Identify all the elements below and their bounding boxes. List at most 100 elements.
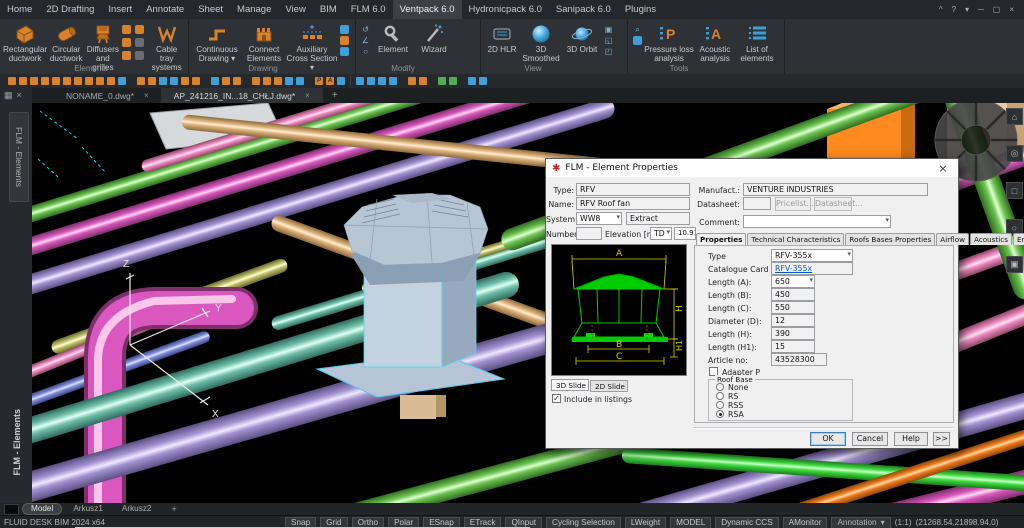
mini-tool-icon[interactable]	[285, 77, 293, 85]
mini-tool-icon[interactable]	[479, 77, 487, 85]
comment-combo[interactable]: ▾	[743, 215, 891, 228]
mini-tool-icon[interactable]	[296, 77, 304, 85]
elevation-field[interactable]: 10.917	[674, 227, 696, 240]
new-tab-icon[interactable]: +	[323, 88, 347, 103]
expand-button[interactable]: >>	[933, 432, 950, 446]
mini-tool-icon[interactable]	[181, 77, 189, 85]
toggle-model[interactable]: MODEL	[670, 517, 711, 528]
pricelist-button[interactable]: Pricelist...	[775, 197, 811, 211]
window-control-icon[interactable]: ─	[978, 5, 984, 14]
menu-item-ventpack-6-0[interactable]: Ventpack 6.0	[393, 0, 462, 19]
mini-tool-icon[interactable]	[30, 77, 38, 85]
flm-elements-bottom-tab[interactable]: FLM - Elements	[7, 387, 27, 497]
radio-rsa[interactable]	[716, 410, 724, 418]
toggle-lweight[interactable]: LWeight	[625, 517, 666, 528]
viewport-tool-icon[interactable]: ⌂	[1006, 108, 1023, 125]
mini-tool-icon[interactable]	[211, 77, 219, 85]
menu-item-manage[interactable]: Manage	[230, 0, 278, 19]
menu-item-2d-drafting[interactable]: 2D Drafting	[39, 0, 101, 19]
toggle-amonitor[interactable]: AMonitor	[783, 517, 828, 528]
datasheet-field[interactable]	[743, 197, 771, 210]
mini-tool-icon[interactable]	[263, 77, 271, 85]
menu-item-insert[interactable]: Insert	[101, 0, 139, 19]
window-control-icon[interactable]: ▾	[965, 5, 969, 14]
elements-mini-icons[interactable]	[122, 21, 146, 62]
tab-errors[interactable]: Errors	[1013, 233, 1024, 245]
continuous-drawing-button[interactable]: Continuous Drawing ▾	[192, 21, 242, 63]
toggle-dynamic-ccs[interactable]: Dynamic CCS	[715, 517, 778, 528]
tab-technical-characteristics[interactable]: Technical Characteristics	[747, 233, 844, 245]
sheet-grid-icon[interactable]	[4, 504, 19, 515]
window-control-icon[interactable]: ×	[1009, 5, 1014, 14]
flm-elements-tab[interactable]: FLM - Elements	[9, 112, 29, 202]
length-a-combo[interactable]: 650▾	[771, 275, 815, 288]
list-of-elements-button[interactable]: List of elements	[736, 21, 778, 63]
mini-tool-icon[interactable]	[85, 77, 93, 85]
tab-3d-slide[interactable]: 3D Slide	[551, 379, 589, 391]
sheet-tab-model[interactable]: Model	[22, 503, 62, 515]
mini-tool-icon[interactable]	[233, 77, 241, 85]
quick-toolbar[interactable]: PA	[0, 74, 1024, 88]
radio-rss[interactable]	[716, 401, 724, 409]
sheet-tab-arkusz2[interactable]: Arkusz2	[114, 504, 160, 514]
doc-tab-ap-241216[interactable]: AP_241216_IN...18_CHŁJ.dwg* ×	[162, 88, 323, 103]
view-mini-icons[interactable]: ▣◱◰	[604, 21, 613, 56]
mini-tool-icon[interactable]: P	[315, 77, 323, 85]
tab-properties[interactable]: Properties	[696, 233, 746, 245]
tab-acoustics[interactable]: Acoustics	[970, 233, 1012, 245]
mini-tool-icon[interactable]	[63, 77, 71, 85]
mini-tool-icon[interactable]	[159, 77, 167, 85]
include-in-listings-checkbox[interactable]: ✓	[552, 394, 561, 403]
mini-tool-icon[interactable]	[74, 77, 82, 85]
menu-item-sheet[interactable]: Sheet	[191, 0, 230, 19]
wizard-button[interactable]: Wizard	[414, 21, 454, 54]
elevation-mode-combo[interactable]: TD▾	[650, 227, 672, 240]
close-icon[interactable]: ×	[144, 91, 149, 100]
tab-2d-slide[interactable]: 2D Slide	[590, 380, 628, 392]
rectangular-ductwork-button[interactable]: Rectangular ductwork	[3, 21, 47, 63]
tab-airflow[interactable]: Airflow	[936, 233, 969, 245]
window-control-icon[interactable]: ^	[939, 5, 943, 14]
modify-mini-icons[interactable]: ↺∠○	[361, 21, 370, 56]
catalogue-card-link[interactable]: RFV-355x	[775, 264, 812, 273]
radio-rs[interactable]	[716, 392, 724, 400]
help-button[interactable]: Help	[894, 432, 928, 446]
ok-button[interactable]: OK	[810, 432, 846, 446]
menu-item-plugins[interactable]: Plugins	[618, 0, 663, 19]
mini-tool-icon[interactable]	[438, 77, 446, 85]
acoustic-analysis-button[interactable]: A Acoustic analysis	[694, 21, 736, 63]
menu-item-home[interactable]: Home	[0, 0, 39, 19]
mini-tool-icon[interactable]	[137, 77, 145, 85]
name-field[interactable]: RFV Roof fan	[576, 197, 690, 210]
mini-tool-icon[interactable]	[468, 77, 476, 85]
mini-tool-icon[interactable]	[337, 77, 345, 85]
connect-elements-button[interactable]: Connect Elements	[242, 21, 286, 63]
menu-item-annotate[interactable]: Annotate	[139, 0, 191, 19]
mini-tool-icon[interactable]	[222, 77, 230, 85]
3d-smoothed-button[interactable]: 3D Smoothed	[520, 21, 562, 63]
menu-item-hydronicpack-6-0[interactable]: Hydronicpack 6.0	[462, 0, 549, 19]
annotation-dropdown[interactable]: Annotation▾	[831, 517, 890, 528]
close-icon[interactable]: ×	[17, 90, 22, 101]
circular-ductwork-button[interactable]: Circular ductwork	[47, 21, 85, 63]
dialog-titlebar[interactable]: ✱ FLM - Element Properties ×	[546, 159, 958, 177]
menu-item-flm-6-0[interactable]: FLM 6.0	[344, 0, 393, 19]
tools-mini-icons[interactable]: ⌕	[633, 21, 642, 45]
mini-tool-icon[interactable]	[408, 77, 416, 85]
mini-tool-icon[interactable]	[449, 77, 457, 85]
radio-none[interactable]	[716, 383, 724, 391]
mini-tool-icon[interactable]	[148, 77, 156, 85]
mini-tool-icon[interactable]	[19, 77, 27, 85]
type-field[interactable]: RFV	[576, 183, 690, 196]
mini-tool-icon[interactable]	[41, 77, 49, 85]
pressure-loss-button[interactable]: P Pressure loss analysis	[644, 21, 694, 63]
viewport-tool-icon[interactable]: □	[1006, 182, 1023, 199]
tab-roofs-bases-properties[interactable]: Roofs Bases Properties	[845, 233, 935, 245]
add-sheet-icon[interactable]: +	[162, 504, 185, 514]
mini-tool-icon[interactable]	[52, 77, 60, 85]
viewport-tool-icon[interactable]: ▣	[1006, 256, 1023, 273]
number-field[interactable]	[576, 227, 602, 240]
menu-item-sanipack-6-0[interactable]: Sanipack 6.0	[549, 0, 618, 19]
close-icon[interactable]: ×	[934, 162, 952, 175]
system-combo[interactable]: WW8▾	[576, 212, 622, 225]
